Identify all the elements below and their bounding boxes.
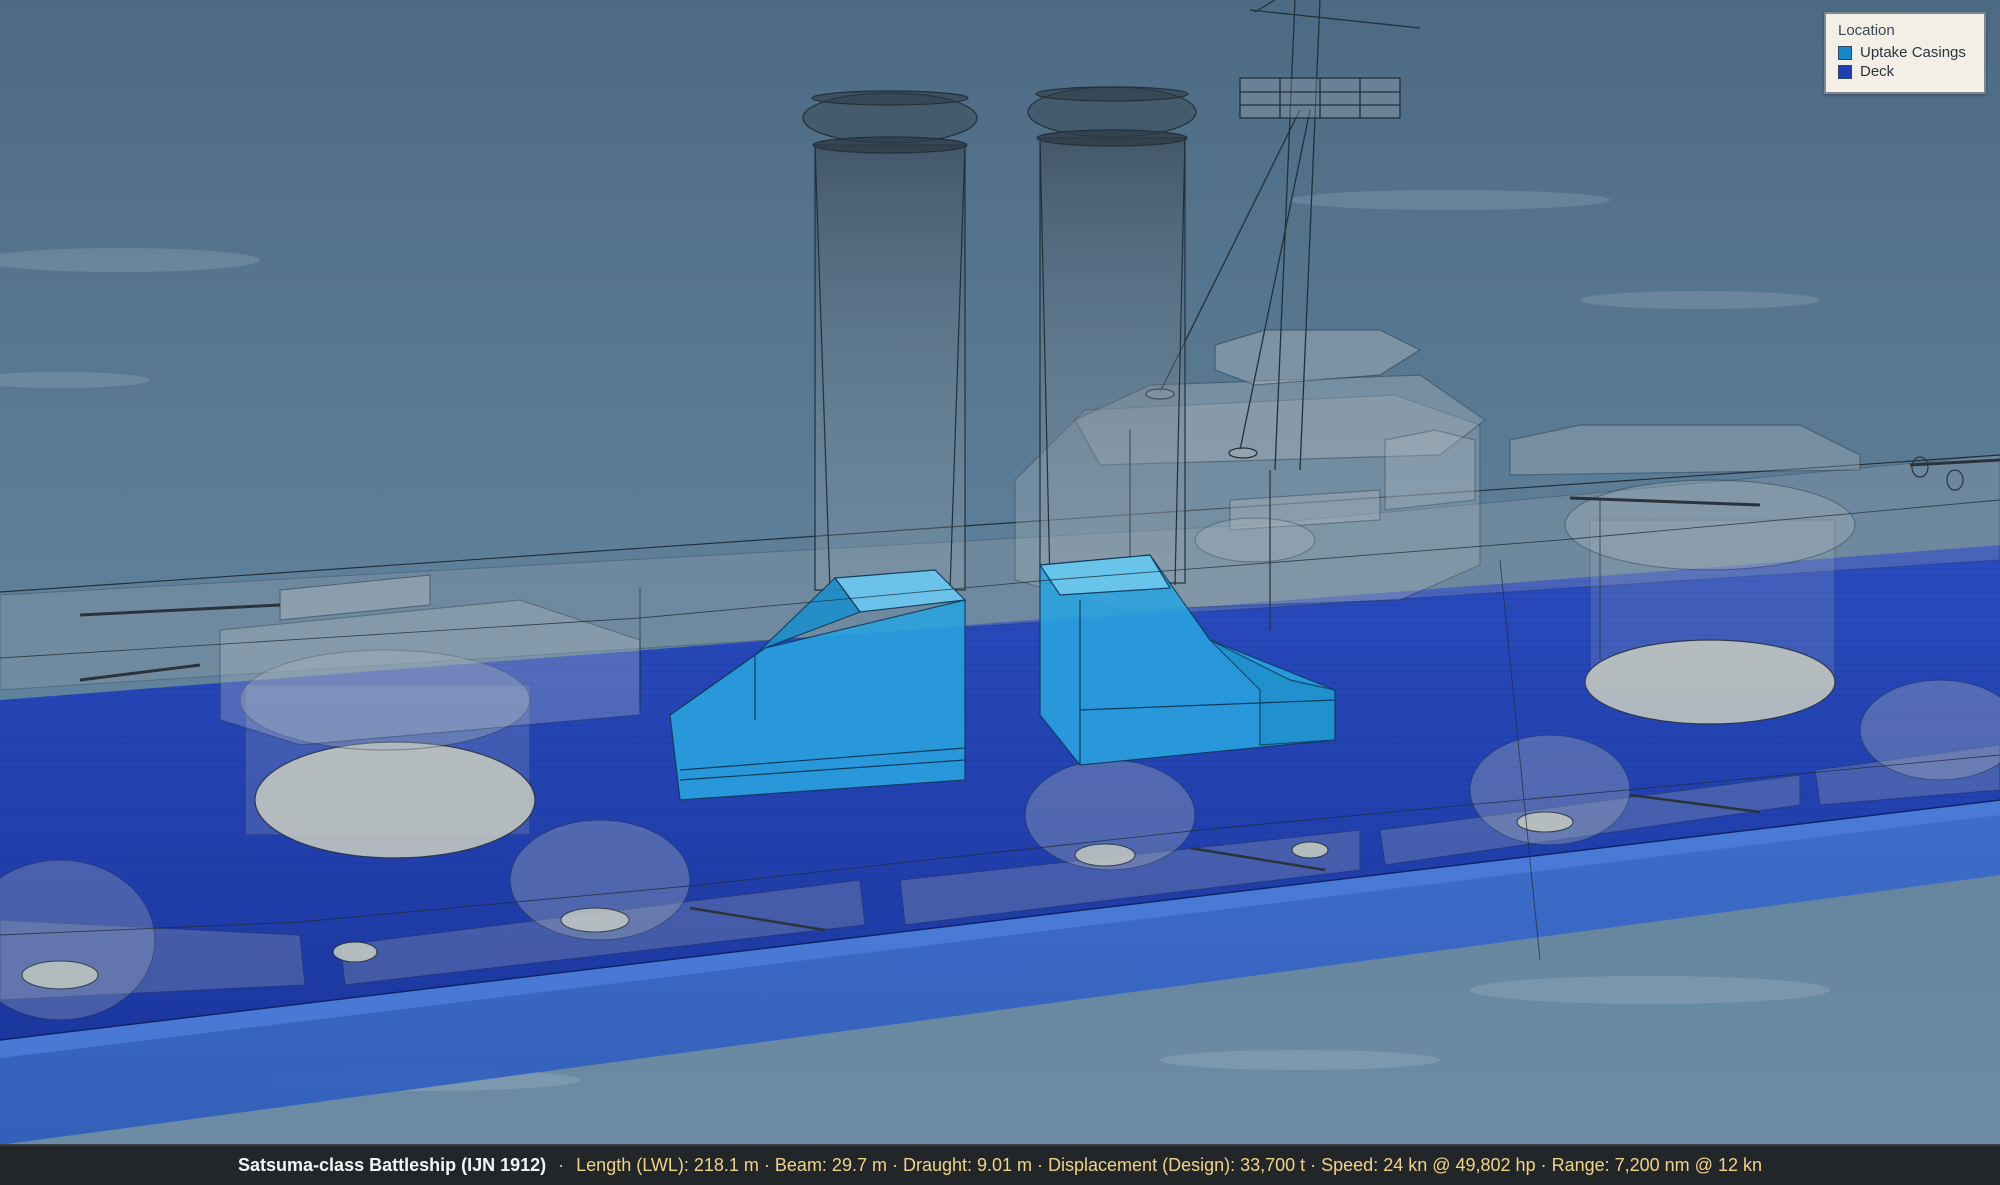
- legend-item-label: Uptake Casings: [1860, 44, 1966, 61]
- ship-3d-viewport[interactable]: [0, 0, 2000, 1185]
- deck-swatch: [1838, 64, 1852, 79]
- legend-item-deck[interactable]: Deck: [1838, 62, 1972, 81]
- funnel-aft: [1027, 86, 1197, 586]
- uptake-casings-swatch: [1838, 45, 1852, 60]
- legend-item-uptake-casings[interactable]: Uptake Casings: [1838, 43, 1972, 62]
- funnel-forward: [802, 90, 978, 591]
- ship-name: Satsuma-class Battleship (IJN 1912): [238, 1155, 547, 1175]
- status-bar: Satsuma-class Battleship (IJN 1912) · Le…: [0, 1144, 2000, 1185]
- legend-title: Location: [1838, 22, 1895, 39]
- status-separator: ·: [558, 1155, 565, 1175]
- legend-item-label: Deck: [1860, 63, 1895, 80]
- ship-specs: Length (LWL): 218.1 m · Beam: 29.7 m · D…: [576, 1155, 1762, 1175]
- location-legend: Location Uptake Casings Deck: [1824, 12, 1986, 94]
